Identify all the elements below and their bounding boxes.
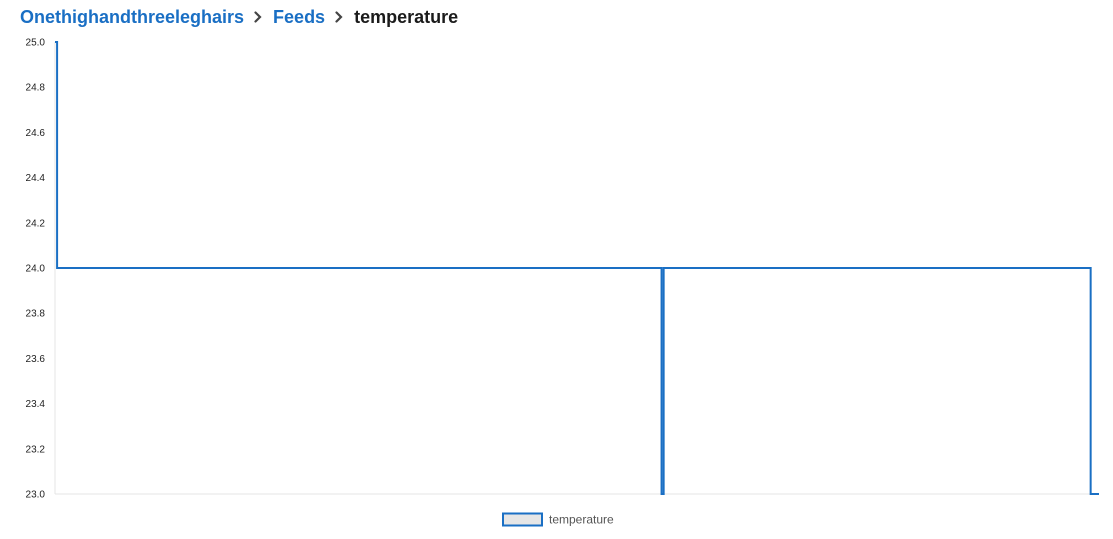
temperature-chart: 25.0 24.8 24.6 24.4 24.2 24.0 23.8 23.6 23.4 23.2…	[26, 38, 1099, 527]
y-tick-label: 24.2	[26, 218, 46, 229]
series-line-temperature	[55, 41, 1099, 495]
y-tick-label: 24.4	[26, 173, 46, 184]
y-tick-label: 25.0	[26, 38, 46, 49]
y-tick-label: 24.0	[26, 264, 46, 275]
legend[interactable]: temperature	[502, 512, 614, 527]
legend-swatch[interactable]	[502, 512, 543, 527]
y-tick-label: 23.4	[26, 399, 46, 410]
y-tick-label: 24.8	[26, 83, 46, 94]
y-tick-label: 23.8	[26, 309, 46, 320]
y-tick-label: 23.0	[26, 490, 46, 501]
y-tick-label: 23.2	[26, 444, 46, 455]
y-tick-label: 23.6	[26, 354, 46, 365]
y-tick-label: 24.6	[26, 128, 46, 139]
plot-area	[55, 41, 1099, 495]
legend-label[interactable]: temperature	[549, 513, 614, 527]
